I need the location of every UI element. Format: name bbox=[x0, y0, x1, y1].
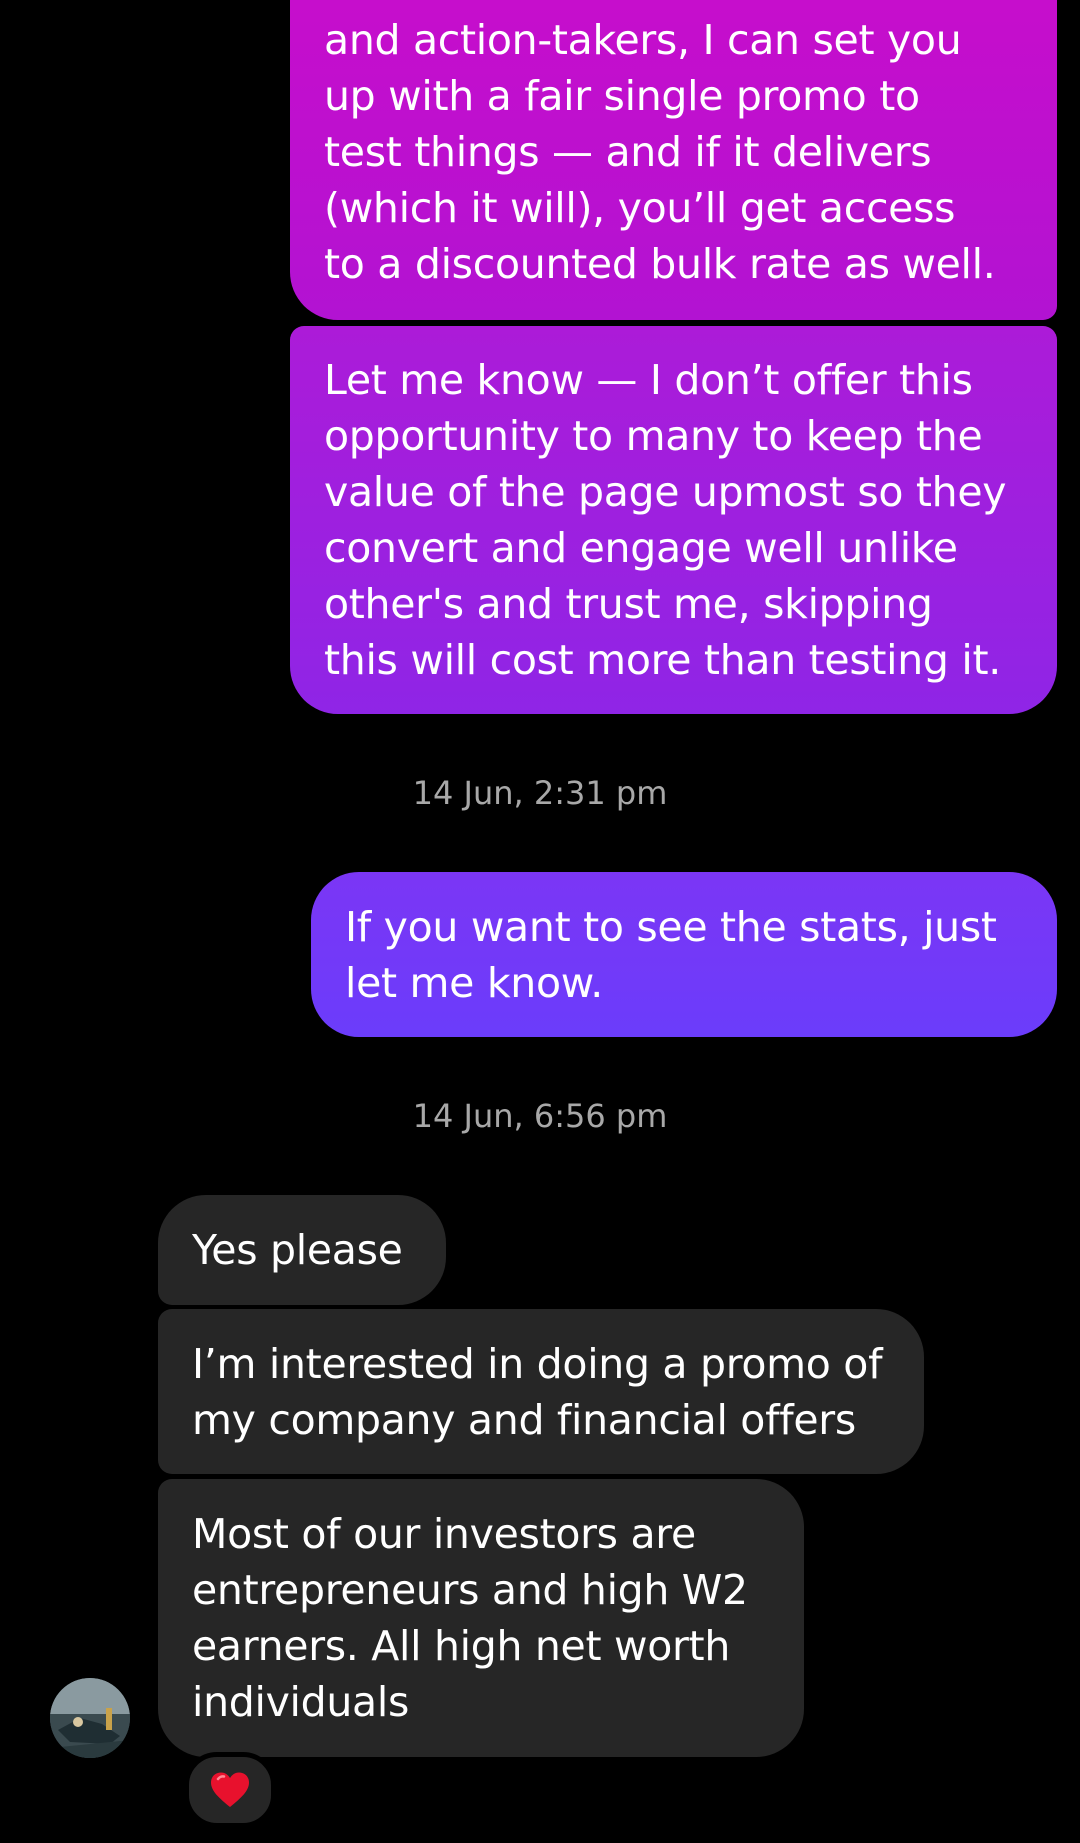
message-text: Most of our investors are entrepreneurs … bbox=[192, 1510, 748, 1726]
reaction-badge[interactable] bbox=[184, 1752, 276, 1828]
incoming-message-bubble[interactable]: I’m interested in doing a promo of my co… bbox=[158, 1309, 924, 1474]
message-text: Yes please bbox=[192, 1226, 403, 1274]
avatar-photo-icon bbox=[50, 1678, 130, 1758]
outgoing-message-bubble[interactable]: Let me know — I don’t offer this opportu… bbox=[290, 326, 1057, 714]
chat-thread: and action-takers, I can set you up with… bbox=[0, 0, 1080, 1843]
outgoing-message-bubble[interactable]: and action-takers, I can set you up with… bbox=[290, 0, 1057, 320]
incoming-message-bubble[interactable]: Most of our investors are entrepreneurs … bbox=[158, 1479, 804, 1757]
incoming-message-bubble[interactable]: Yes please bbox=[158, 1195, 446, 1305]
sender-avatar[interactable] bbox=[50, 1678, 130, 1758]
red-heart-icon bbox=[211, 1772, 249, 1807]
outgoing-message-bubble[interactable]: If you want to see the stats, just let m… bbox=[311, 872, 1057, 1037]
message-text: Let me know — I don’t offer this opportu… bbox=[324, 356, 1007, 684]
message-timestamp: 14 Jun, 2:31 pm bbox=[412, 774, 668, 812]
message-text: If you want to see the stats, just let m… bbox=[345, 902, 997, 1007]
message-text: and action-takers, I can set you up with… bbox=[324, 16, 996, 288]
message-text: I’m interested in doing a promo of my co… bbox=[192, 1339, 883, 1444]
message-timestamp: 14 Jun, 6:56 pm bbox=[412, 1097, 668, 1135]
